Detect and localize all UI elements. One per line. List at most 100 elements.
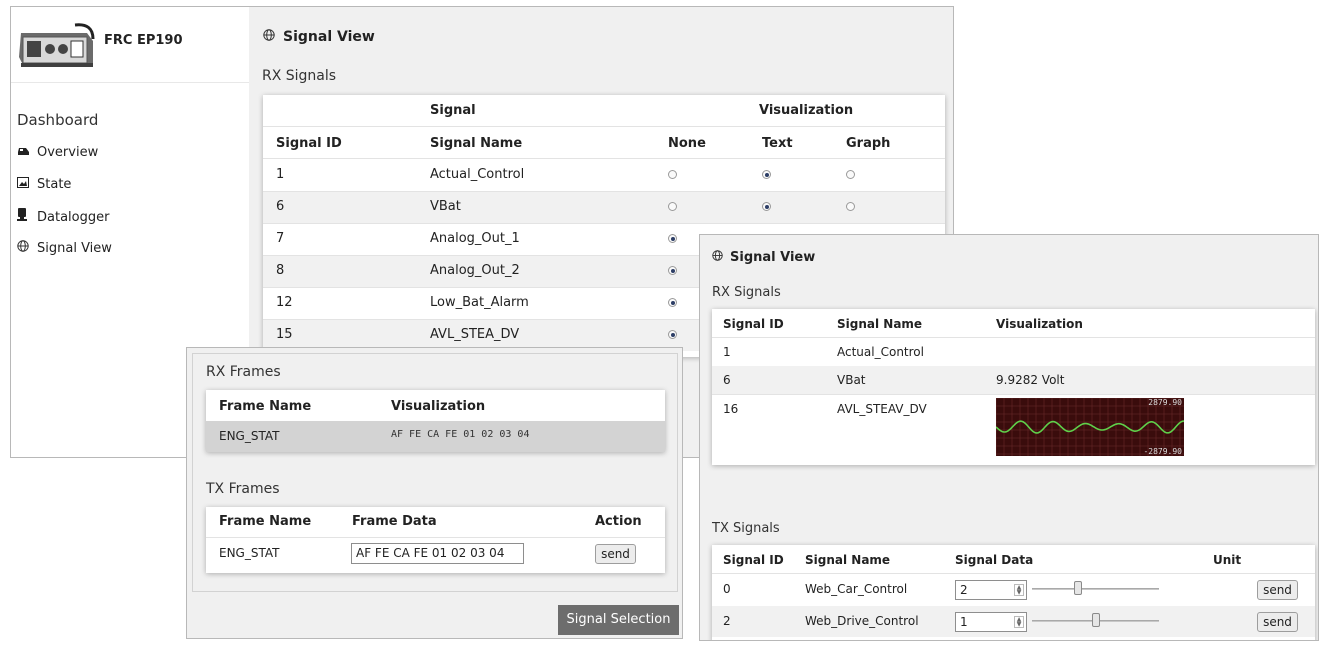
column-header: Signal Data — [955, 553, 1034, 567]
sidebar-item-datalogger[interactable]: Datalogger — [17, 208, 109, 225]
column-header: Unit — [1213, 553, 1242, 567]
device-name: FRC EP190 — [104, 33, 183, 48]
column-header: Signal ID — [276, 136, 342, 151]
signal-id: 8 — [276, 263, 285, 278]
divider — [206, 537, 665, 538]
tx-frames-heading: TX Frames — [206, 481, 280, 497]
globe-icon — [712, 250, 725, 265]
signal-view-window: Signal View RX Signals Signal ID Signal … — [699, 234, 1319, 641]
graph-min-label: -2879.90 — [1143, 447, 1182, 456]
frame-name: ENG_STAT — [219, 429, 280, 443]
send-button[interactable]: send — [595, 544, 636, 564]
page-title: Signal View — [263, 29, 375, 45]
sidebar-item-signal-view[interactable]: Signal View — [17, 240, 112, 256]
radio-graph[interactable] — [846, 170, 855, 179]
signal-id: 7 — [276, 231, 285, 246]
group-header-signal: Signal — [430, 103, 476, 118]
signal-id: 15 — [276, 327, 293, 342]
spinner-icon[interactable]: ▲ ▼ — [1014, 616, 1024, 628]
signal-id: 12 — [276, 295, 293, 310]
radio-text[interactable] — [762, 170, 771, 179]
divider — [263, 126, 945, 127]
send-button[interactable]: send — [1257, 580, 1298, 600]
sidebar-item-label: Overview — [37, 145, 99, 160]
signal-data-value: 1 — [960, 615, 968, 629]
table-row: 1 Actual_Control — [712, 338, 1315, 366]
divider — [263, 191, 945, 192]
table-row: 6 VBat — [263, 191, 945, 223]
signal-name: Web_Car_Control — [805, 582, 908, 596]
signal-name: AVL_STEA_DV — [430, 327, 520, 342]
column-header: Signal ID — [723, 317, 784, 331]
view-tx-heading: TX Signals — [712, 521, 780, 536]
tx-signal-table: Signal ID Signal Name Signal Data Unit 0… — [712, 545, 1315, 640]
signal-slider-thumb[interactable] — [1073, 581, 1082, 595]
sidebar-heading: Dashboard — [17, 111, 99, 129]
radio-none[interactable] — [668, 298, 677, 307]
view-title-text: Signal View — [730, 250, 816, 265]
column-header: Signal Name — [837, 317, 923, 331]
signal-id: 6 — [276, 199, 285, 214]
signal-id: 16 — [723, 402, 739, 416]
rx-frames-table: Frame Name Visualization ENG_STAT AF FE … — [206, 390, 665, 452]
radio-text[interactable] — [762, 202, 771, 211]
signal-value: 9.9282 Volt — [996, 373, 1065, 387]
sidebar-item-label: Datalogger — [37, 210, 110, 225]
signal-data-value: 2 — [960, 583, 968, 597]
signal-slider-thumb[interactable] — [1091, 613, 1100, 627]
send-button[interactable]: send — [1257, 612, 1298, 632]
divider — [263, 223, 945, 224]
signal-name: Web_Drive_Control — [805, 614, 919, 628]
table-row[interactable]: ENG_STAT AF FE CA FE 01 02 03 04 — [206, 421, 665, 452]
table-row: 2 Web_Drive_Control 1 ▲ ▼ send — [712, 606, 1315, 637]
sidebar-item-state[interactable]: State — [17, 177, 71, 192]
graph-max-label: 2879.90 — [1148, 398, 1182, 407]
signal-name: AVL_STEAV_DV — [837, 402, 927, 416]
signal-name: Analog_Out_2 — [430, 263, 520, 278]
table-row: 6 VBat 9.9282 Volt — [712, 366, 1315, 394]
group-header-visualization: Visualization — [759, 103, 854, 118]
spinner-icon[interactable]: ▲ ▼ — [1014, 584, 1024, 596]
column-header: Signal Name — [805, 553, 891, 567]
signal-id: 0 — [723, 582, 731, 596]
view-title: Signal View — [712, 250, 815, 265]
signal-name: Analog_Out_1 — [430, 231, 520, 246]
radio-none[interactable] — [668, 202, 677, 211]
signal-id: 1 — [723, 345, 731, 359]
column-header: Text — [762, 136, 793, 151]
column-header: Action — [595, 514, 642, 529]
signal-graph: 2879.90 -2879.90 — [995, 397, 1185, 456]
sidebar-item-overview[interactable]: Overview — [17, 145, 98, 160]
signal-id: 6 — [723, 373, 731, 387]
table-row: 1 Actual_Control — [263, 159, 945, 191]
signal-selection-button[interactable]: Signal Selection — [558, 605, 679, 635]
rx-frames-heading: RX Frames — [206, 364, 281, 380]
radio-none[interactable] — [668, 234, 677, 243]
rx-signals-heading: RX Signals — [262, 68, 337, 84]
sidebar-item-label: State — [37, 177, 72, 192]
sidebar-divider — [11, 82, 249, 83]
car-icon — [17, 145, 31, 160]
radio-none[interactable] — [668, 266, 677, 275]
rx-signal-view-table: Signal ID Signal Name Visualization 1 Ac… — [712, 309, 1315, 465]
column-header: Frame Name — [219, 399, 312, 414]
sidebar-item-label: Signal View — [37, 241, 112, 256]
column-header: None — [668, 136, 706, 151]
radio-none[interactable] — [668, 170, 677, 179]
device-logo — [17, 19, 95, 71]
column-header: Visualization — [391, 399, 486, 414]
radio-graph[interactable] — [846, 202, 855, 211]
frame-name: ENG_STAT — [219, 546, 280, 560]
column-header: Frame Data — [352, 514, 437, 529]
radio-none[interactable] — [668, 330, 677, 339]
signal-data-input[interactable]: 2 ▲ ▼ — [955, 580, 1027, 600]
page-title-text: Signal View — [283, 29, 375, 45]
signal-data-input[interactable]: 1 ▲ ▼ — [955, 612, 1027, 632]
table-row: 16 AVL_STEAV_DV 2879.90 -2879.90 — [712, 395, 1315, 463]
signal-id: 1 — [276, 167, 285, 182]
column-header: Graph — [846, 136, 891, 151]
frame-data-input[interactable]: AF FE CA FE 01 02 03 04 — [351, 543, 524, 564]
signal-name: Actual_Control — [837, 345, 924, 359]
tx-frames-table: Frame Name Frame Data Action ENG_STAT AF… — [206, 507, 665, 573]
signal-slider-track[interactable] — [1032, 588, 1159, 590]
